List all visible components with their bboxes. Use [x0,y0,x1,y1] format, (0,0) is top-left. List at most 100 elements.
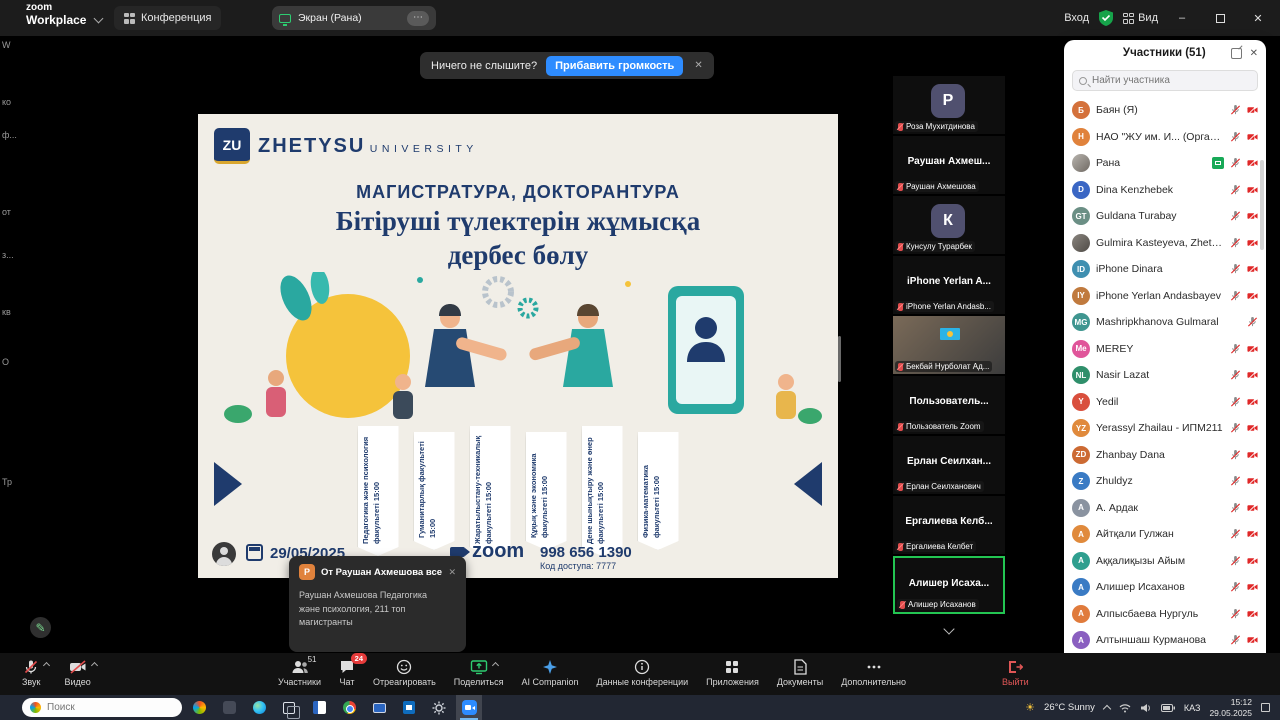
video-tile[interactable]: iPhone Yerlan A... iPhone Yerlan Andasb.… [893,256,1005,314]
audio-options-chevron[interactable] [43,662,50,669]
battery-icon[interactable] [1161,704,1175,712]
search-input[interactable] [1092,75,1251,86]
settings-gear-icon[interactable] [426,695,452,720]
outlook-icon[interactable] [366,695,392,720]
speaker-icon[interactable] [1140,703,1152,713]
participants-count-badge: 51 [308,655,317,664]
zoom-taskbar-icon[interactable] [456,695,482,720]
monitor-icon [279,14,291,23]
participant-row[interactable]: D Dina Kenzhebek [1064,177,1266,204]
video-tile[interactable]: Р Роза Мухитдинова [893,76,1005,134]
camera-off-icon [69,658,87,675]
participant-search[interactable] [1072,70,1258,91]
leave-meeting-button[interactable]: Выйти [998,656,1033,689]
store-icon[interactable] [396,695,422,720]
clock[interactable]: 15:12 29.05.2025 [1209,697,1252,718]
share-screen-button[interactable]: Поделиться [450,656,508,689]
mic-muted-icon [23,658,39,675]
participant-row[interactable]: ZD Zhanbay Dana [1064,442,1266,469]
video-button[interactable]: Видео [60,656,94,689]
participant-row[interactable]: Gulmira Kasteyeva, Zhetysu Uni... [1064,230,1266,257]
share-options-button[interactable]: ⋯ [407,11,429,26]
participant-row[interactable]: NL Nasir Lazat [1064,362,1266,389]
apps-button[interactable]: Приложения [702,656,763,689]
more-button[interactable]: Дополнительно [837,656,910,689]
participant-row[interactable]: MG Mashripkhanova Gulmaral [1064,309,1266,336]
tab-meeting[interactable]: Конференция [114,6,221,30]
participant-row[interactable]: IY iPhone Yerlan Andasbayev [1064,283,1266,310]
participant-row[interactable]: А Алишер Исаханов [1064,574,1266,601]
taskbar-search[interactable] [22,698,182,717]
task-view-icon[interactable] [276,695,302,720]
panel-close-icon[interactable]: ✕ [1250,48,1258,59]
annotation-pencil-button[interactable]: ✎ [30,617,51,638]
word-icon[interactable] [306,695,332,720]
participant-row[interactable]: Н НАО "ЖУ им. И... (Организатор) [1064,124,1266,151]
increase-volume-button[interactable]: Прибавить громкость [546,56,683,76]
participant-row[interactable]: Y Yedil [1064,389,1266,416]
participant-name: iPhone Yerlan Andasbayev [1096,290,1224,302]
edge-label: кв [2,307,11,317]
chevron-down-icon[interactable] [94,14,104,24]
participant-row[interactable]: Б Баян (Я) [1064,97,1266,124]
participant-row[interactable]: А Айтқали Гулжан [1064,521,1266,548]
ai-companion-button[interactable]: AI Companion [517,656,582,689]
chat-popup-close-icon[interactable]: ✕ [448,567,456,578]
participant-row[interactable]: Me MEREY [1064,336,1266,363]
participant-row[interactable]: A A. Ардак [1064,495,1266,522]
react-button[interactable]: Отреагировать [369,656,440,689]
minimize-button[interactable]: – [1168,0,1196,36]
video-off-icon [1247,343,1258,355]
tray-expand-chevron[interactable] [1103,704,1111,712]
tile-name-label: Ерлан Сеилханович [906,482,981,491]
video-options-chevron[interactable] [91,662,98,669]
login-button[interactable]: Вход [1064,12,1089,24]
mic-muted-icon [1230,396,1241,408]
audio-button[interactable]: Звук [18,656,44,689]
participant-row[interactable]: YZ Yerassyl Zhailau - ИПМ211 [1064,415,1266,442]
participant-row[interactable]: ID iPhone Dinara [1064,256,1266,283]
participant-row[interactable]: Z Zhuldyz [1064,468,1266,495]
popout-icon[interactable] [1231,48,1242,59]
participant-row[interactable]: А Алтыншаш Курманова [1064,627,1266,649]
banner-close-icon[interactable]: ✕ [692,60,702,71]
chat-button[interactable]: 24 Чат [335,656,359,689]
video-tile[interactable]: Ерлан Сеилхан... Ерлан Сеилханович [893,436,1005,494]
chrome-icon[interactable] [336,695,362,720]
participant-name: iPhone Dinara [1096,263,1224,275]
maximize-button[interactable] [1206,0,1234,36]
participant-row[interactable]: Рана [1064,150,1266,177]
screen-share-indicator[interactable]: Экран (Рана) ⋯ [272,6,436,30]
participant-row[interactable]: GT Guldana Turabay [1064,203,1266,230]
app-icon-dark[interactable] [216,695,242,720]
chat-notification-popup[interactable]: Р От Раушан Ахмешова всем ✕ Раушан Ахмеш… [289,556,466,652]
video-tile[interactable]: Пользователь... Пользователь Zoom [893,376,1005,434]
view-button[interactable]: Вид [1123,12,1158,24]
video-tile[interactable]: Ергалиева Келб... Ергалиева Келбет [893,496,1005,554]
security-shield-icon[interactable] [1099,10,1113,26]
participants-button[interactable]: 51 Участники [274,656,325,689]
strip-collapse-chevron[interactable] [893,616,1005,638]
video-tile[interactable]: К Кунсулу Турарбек [893,196,1005,254]
copilot-icon[interactable] [186,695,212,720]
video-tile-active-speaker[interactable]: Алишер Исаха... Алишер Исаханов [893,556,1005,614]
participant-row[interactable]: А Алпысбаева Нургуль [1064,601,1266,628]
share-options-chevron[interactable] [492,662,499,669]
meeting-info-button[interactable]: Данные конференции [593,656,693,689]
participant-row[interactable]: А Аққалиқызы Айым [1064,548,1266,575]
taskbar-search-input[interactable] [47,702,174,713]
share-scrollbar[interactable] [838,336,841,382]
share-screen-icon [470,658,488,675]
video-tile-camera-on[interactable]: Бекбай Нурболат Ад... [893,316,1005,374]
video-tile[interactable]: Раушан Ахмеш... Раушан Ахмешова [893,136,1005,194]
wifi-icon[interactable] [1119,703,1131,713]
mic-muted-icon [900,601,905,609]
documents-button[interactable]: Документы [773,656,827,689]
notification-center-icon[interactable] [1261,703,1270,712]
weather-text[interactable]: 26°C Sunny [1044,702,1095,713]
edge-icon[interactable] [246,695,272,720]
keyboard-language[interactable]: КАЗ [1184,703,1201,713]
panel-scrollbar[interactable] [1260,160,1264,250]
university-name: ZHETYSU [258,135,365,157]
close-button[interactable]: ✕ [1244,0,1272,36]
